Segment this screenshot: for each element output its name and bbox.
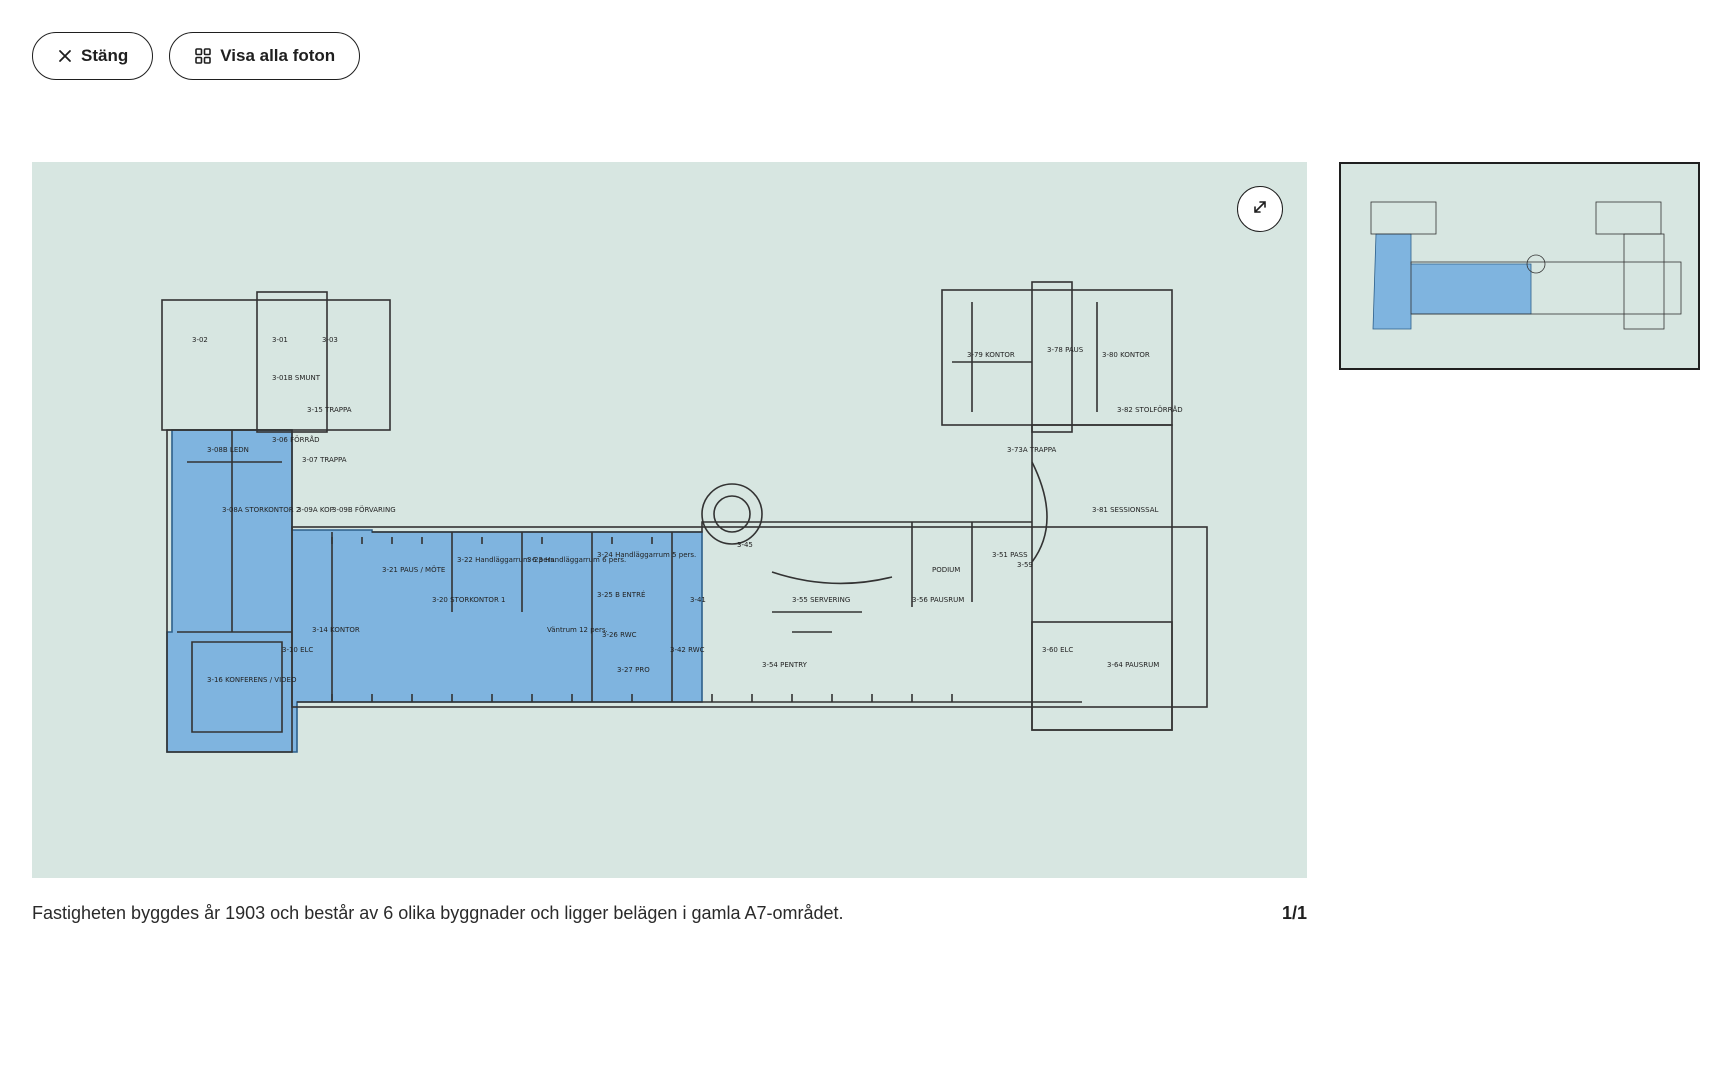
grid-icon: [194, 47, 212, 65]
svg-text:3-82 STOLFÖRRÅD: 3-82 STOLFÖRRÅD: [1117, 405, 1183, 414]
svg-text:3-56 PAUSRUM: 3-56 PAUSRUM: [912, 596, 964, 604]
svg-text:3-59: 3-59: [1017, 561, 1033, 569]
svg-text:3-55 SERVERING: 3-55 SERVERING: [792, 596, 850, 604]
svg-text:3-15 TRAPPA: 3-15 TRAPPA: [307, 406, 352, 414]
svg-text:3-03: 3-03: [322, 336, 338, 344]
svg-text:PODIUM: PODIUM: [932, 566, 960, 574]
svg-text:3-54 PENTRY: 3-54 PENTRY: [762, 661, 808, 669]
thumbnail-selected[interactable]: [1339, 162, 1700, 370]
svg-text:3-24 Handläggarrum 5 pers.: 3-24 Handläggarrum 5 pers.: [597, 551, 696, 559]
svg-text:3-10 ELC: 3-10 ELC: [282, 646, 313, 654]
photo-viewer[interactable]: 3-02 3-01 3-03 3-01B SMUNT 3-15 TRAPPA 3-08…: [32, 162, 1307, 878]
show-all-photos-button[interactable]: Visa alla foton: [169, 32, 361, 80]
svg-text:3-01: 3-01: [272, 336, 288, 344]
svg-text:3-07 TRAPPA: 3-07 TRAPPA: [302, 456, 347, 464]
svg-text:3-26 RWC: 3-26 RWC: [602, 631, 637, 639]
svg-text:3-41: 3-41: [690, 596, 706, 604]
svg-text:3-73A TRAPPA: 3-73A TRAPPA: [1007, 446, 1057, 454]
svg-text:3-27 PRO: 3-27 PRO: [617, 666, 650, 674]
photo-counter: 1/1: [1281, 903, 1307, 923]
svg-text:3-16 KONFERENS / VIDEO: 3-16 KONFERENS / VIDEO: [207, 676, 297, 684]
floor-plan-image: 3-02 3-01 3-03 3-01B SMUNT 3-15 TRAPPA 3-08…: [161, 281, 1208, 753]
svg-text:3-09B FÖRVARING: 3-09B FÖRVARING: [332, 505, 396, 514]
thumbnail-floor-plan: [1370, 201, 1682, 330]
svg-text:3-14 KONTOR: 3-14 KONTOR: [312, 626, 360, 634]
close-button[interactable]: Stäng: [32, 32, 154, 80]
close-button-label: Stäng: [81, 46, 129, 65]
close-icon: [57, 48, 73, 64]
svg-text:3-45: 3-45: [737, 541, 753, 549]
svg-text:3-81 SESSIONSSAL: 3-81 SESSIONSSAL: [1092, 506, 1158, 514]
svg-text:3-42 RWC: 3-42 RWC: [670, 646, 705, 654]
svg-text:3-08A STORKONTOR 2: 3-08A STORKONTOR 2: [222, 506, 300, 514]
svg-text:3-01B SMUNT: 3-01B SMUNT: [272, 374, 321, 382]
svg-text:3-09A KOP: 3-09A KOP: [297, 506, 334, 514]
svg-text:3-51 PASS: 3-51 PASS: [992, 551, 1028, 559]
expand-button[interactable]: [1237, 186, 1283, 232]
svg-text:3-79 KONTOR: 3-79 KONTOR: [967, 351, 1015, 359]
svg-text:3-06 FÖRRÅD: 3-06 FÖRRÅD: [272, 435, 320, 444]
svg-text:3-78 PAUS: 3-78 PAUS: [1047, 346, 1084, 354]
svg-text:Väntrum 12 pers.: Väntrum 12 pers.: [547, 626, 608, 634]
svg-text:3-20 STORKONTOR 1: 3-20 STORKONTOR 1: [432, 596, 506, 604]
expand-icon: [1251, 198, 1269, 221]
svg-text:3-80 KONTOR: 3-80 KONTOR: [1102, 351, 1150, 359]
svg-text:3-25 B ENTRÉ: 3-25 B ENTRÉ: [597, 590, 645, 599]
svg-text:3-64 PAUSRUM: 3-64 PAUSRUM: [1107, 661, 1159, 669]
svg-text:3-60 ELC: 3-60 ELC: [1042, 646, 1073, 654]
svg-text:3-08B LEDN: 3-08B LEDN: [207, 446, 249, 454]
svg-text:3-21 PAUS / MÖTE: 3-21 PAUS / MÖTE: [382, 565, 445, 574]
show-all-photos-label: Visa alla foton: [220, 46, 336, 65]
svg-text:3-02: 3-02: [192, 336, 208, 344]
top-toolbar: Stäng Visa alla foton: [32, 32, 361, 80]
photo-caption: Fastigheten byggdes år 1903 och består a…: [32, 903, 844, 923]
